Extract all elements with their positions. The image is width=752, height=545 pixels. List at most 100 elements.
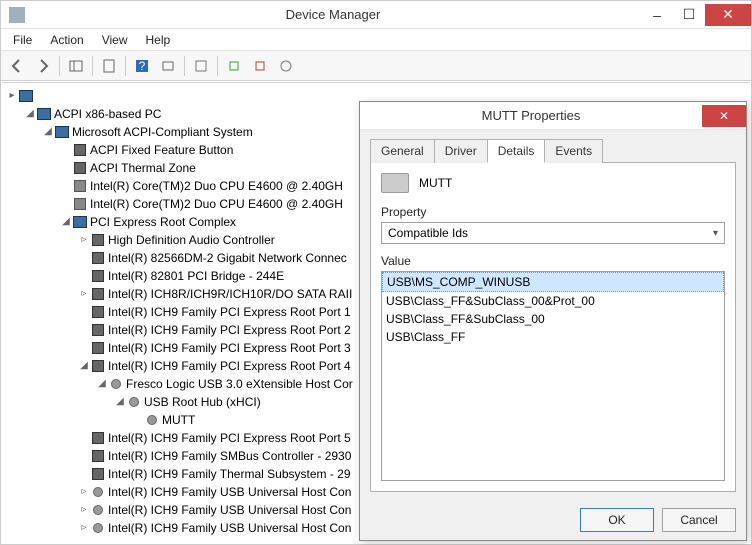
update-driver-button[interactable]	[189, 54, 213, 78]
list-item[interactable]: USB\Class_FF	[382, 328, 724, 346]
scan-button[interactable]	[156, 54, 180, 78]
maximize-button[interactable]: ☐	[673, 4, 705, 26]
tree-node-label: MUTT	[162, 411, 195, 429]
usb-icon	[90, 520, 106, 536]
expand-toggle-icon[interactable]: ▹	[78, 285, 90, 303]
usb-icon	[126, 394, 142, 410]
chip-icon	[72, 142, 88, 158]
expand-toggle-icon[interactable]: ◢	[24, 105, 36, 123]
expand-toggle-icon[interactable]: ◢	[78, 357, 90, 375]
tab-driver[interactable]: Driver	[434, 139, 488, 163]
menu-action[interactable]: Action	[42, 31, 91, 49]
tree-node-label: Intel(R) ICH9 Family USB Universal Host …	[108, 483, 351, 501]
property-dropdown[interactable]: Compatible Ids ▾	[381, 222, 725, 244]
disable-button[interactable]	[248, 54, 272, 78]
back-button[interactable]	[5, 54, 29, 78]
dialog-buttons: OK Cancel	[360, 500, 746, 540]
expand-toggle-icon[interactable]: ◢	[42, 123, 54, 141]
menu-help[interactable]: Help	[138, 31, 179, 49]
tree-node-label: Intel(R) ICH9 Family PCI Express Root Po…	[108, 429, 351, 447]
show-hide-console-button[interactable]	[64, 54, 88, 78]
minimize-button[interactable]: –	[641, 4, 673, 26]
comp-icon	[18, 88, 34, 104]
tree-node-label: PCI Express Root Complex	[90, 213, 236, 231]
list-item[interactable]: USB\Class_FF&SubClass_00	[382, 310, 724, 328]
chip-icon	[90, 322, 106, 338]
tree-node-label: Intel(R) ICH9 Family PCI Express Root Po…	[108, 357, 351, 375]
comp-icon	[54, 124, 70, 140]
properties-dialog: MUTT Properties ✕ GeneralDriverDetailsEv…	[359, 101, 747, 541]
tree-node-label: Intel(R) ICH9 Family PCI Express Root Po…	[108, 339, 351, 357]
list-item[interactable]: USB\Class_FF&SubClass_00&Prot_00	[382, 292, 724, 310]
tab-general[interactable]: General	[370, 139, 435, 163]
toolbar-sep	[217, 56, 218, 76]
app-icon	[9, 7, 25, 23]
chip-icon	[90, 304, 106, 320]
chip-icon	[90, 466, 106, 482]
tree-node-label: Intel(R) 82801 PCI Bridge - 244E	[108, 267, 284, 285]
expand-toggle-icon[interactable]: ▹	[78, 519, 90, 537]
close-button[interactable]: ✕	[705, 4, 751, 26]
properties-button[interactable]	[97, 54, 121, 78]
property-label: Property	[381, 205, 725, 219]
tab-events[interactable]: Events	[544, 139, 603, 163]
usb-icon	[90, 502, 106, 518]
expand-toggle-icon[interactable]: ▹	[78, 501, 90, 519]
cpu-icon	[72, 196, 88, 212]
expand-toggle-icon[interactable]: ◢	[60, 213, 72, 231]
chip-icon	[90, 358, 106, 374]
tree-node-label: Microsoft ACPI-Compliant System	[72, 123, 253, 141]
tree-node-label: Intel(R) ICH9 Family USB Universal Host …	[108, 519, 351, 537]
toolbar-sep	[92, 56, 93, 76]
tab-details[interactable]: Details	[487, 139, 546, 163]
usb-icon	[144, 412, 160, 428]
tree-node-label: Intel(R) Core(TM)2 Duo CPU E4600 @ 2.40G…	[90, 177, 343, 195]
device-icon	[381, 173, 409, 193]
expand-toggle-icon[interactable]: ▹	[78, 483, 90, 501]
tree-node-label: Intel(R) ICH9 Family PCI Express Root Po…	[108, 303, 351, 321]
chip-icon	[90, 268, 106, 284]
uninstall-button[interactable]	[222, 54, 246, 78]
tree-node-label: Intel(R) ICH9 Family SMBus Controller - …	[108, 447, 351, 465]
toolbar-sep	[59, 56, 60, 76]
device-name: MUTT	[419, 176, 452, 190]
tree-node-label: Intel(R) ICH8R/ICH9R/ICH10R/DO SATA RAII	[108, 285, 352, 303]
cancel-button[interactable]: Cancel	[662, 508, 736, 532]
value-listbox[interactable]: USB\MS_COMP_WINUSBUSB\Class_FF&SubClass_…	[381, 271, 725, 481]
list-item[interactable]: USB\MS_COMP_WINUSB	[382, 272, 724, 292]
expand-toggle-icon[interactable]: ◢	[96, 375, 108, 393]
expand-toggle-icon[interactable]: ◢	[114, 393, 126, 411]
comp-icon	[72, 214, 88, 230]
ok-button[interactable]: OK	[580, 508, 654, 532]
chip-icon	[90, 286, 106, 302]
tree-node-label: ACPI x86-based PC	[54, 105, 161, 123]
menu-file[interactable]: File	[5, 31, 40, 49]
toolbar-sep	[125, 56, 126, 76]
property-dropdown-value: Compatible Ids	[388, 226, 468, 240]
tab-details-content: MUTT Property Compatible Ids ▾ Value USB…	[370, 163, 736, 492]
dialog-title: MUTT Properties	[360, 108, 702, 123]
scan-hardware-button[interactable]	[274, 54, 298, 78]
chip-icon	[90, 340, 106, 356]
dialog-close-button[interactable]: ✕	[702, 105, 746, 127]
help-button[interactable]: ?	[130, 54, 154, 78]
chip-icon	[90, 250, 106, 266]
chip-icon	[90, 430, 106, 446]
chevron-down-icon: ▾	[713, 228, 718, 239]
svg-text:?: ?	[139, 59, 146, 73]
menu-view[interactable]: View	[94, 31, 136, 49]
expand-toggle-icon[interactable]: ▸	[6, 87, 18, 105]
tree-node-label: USB Root Hub (xHCI)	[144, 393, 261, 411]
titlebar: Device Manager – ☐ ✕	[1, 1, 751, 29]
forward-button[interactable]	[31, 54, 55, 78]
usb-icon	[108, 376, 124, 392]
tree-node-label: Intel(R) ICH9 Family PCI Express Root Po…	[108, 321, 351, 339]
expand-toggle-icon[interactable]: ▹	[78, 231, 90, 249]
tree-node-label: ACPI Fixed Feature Button	[90, 141, 233, 159]
tree-node-label: Intel(R) ICH9 Family USB Universal Host …	[108, 501, 351, 519]
dialog-body: GeneralDriverDetailsEvents MUTT Property…	[360, 130, 746, 500]
device-header: MUTT	[381, 173, 725, 193]
value-label: Value	[381, 254, 725, 268]
comp-icon	[36, 106, 52, 122]
tree-node-label: Fresco Logic USB 3.0 eXtensible Host Cor	[126, 375, 353, 393]
